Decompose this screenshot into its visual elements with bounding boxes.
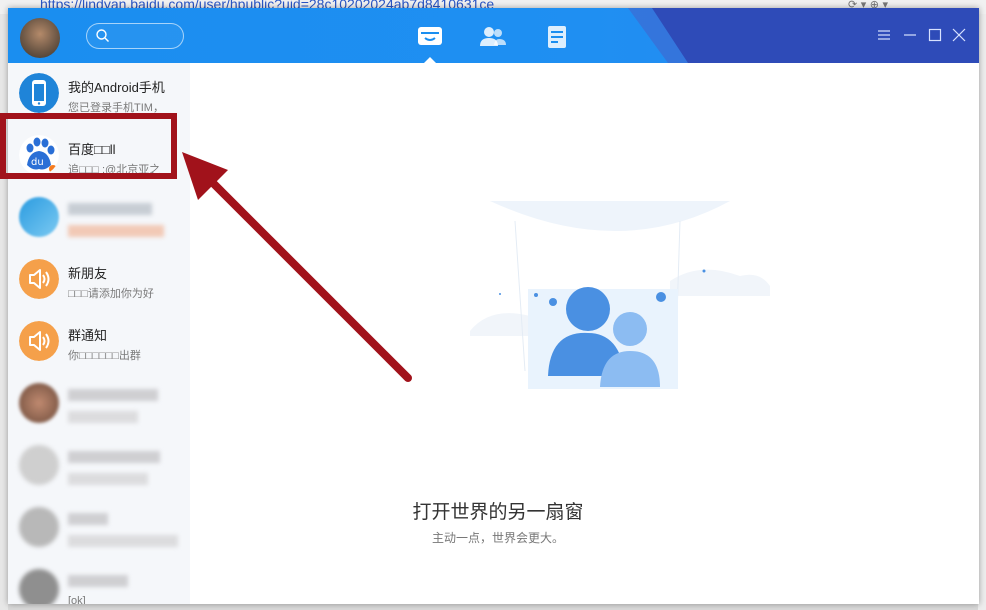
speaker-icon [19, 259, 59, 299]
main-panel: 打开世界的另一扇窗 主动一点，世界会更大。 [190, 63, 979, 604]
tab-contacts[interactable] [477, 21, 509, 53]
list-item-new-friends[interactable]: 新朋友 □□□请添加你为好 [8, 249, 190, 311]
avatar [19, 569, 59, 604]
minimize-icon[interactable] [903, 28, 917, 42]
contact-message: [ok] [68, 595, 86, 604]
maximize-icon[interactable] [928, 28, 942, 42]
list-item[interactable] [8, 435, 190, 497]
title-bar [8, 8, 979, 63]
contact-name: 我的Android手机 [68, 80, 165, 95]
avatar [19, 507, 59, 547]
avatar [19, 445, 59, 485]
tab-files[interactable] [541, 21, 573, 53]
phone-icon [19, 73, 59, 113]
contact-message: 你□□□□□□出群 [68, 350, 141, 362]
user-avatar[interactable] [20, 18, 60, 58]
annotation-highlight-box [0, 113, 177, 179]
empty-state-title: 打开世界的另一扇窗 [412, 502, 584, 523]
contacts-icon [480, 27, 506, 46]
chat-icon [418, 27, 442, 45]
tim-window: 我的Android手机 您已登录手机TIM， du 百度□□ll 追□□□ :@… [8, 8, 979, 604]
desktop-left-edge [0, 14, 8, 610]
tab-messages[interactable] [414, 21, 446, 53]
empty-state-illustration [470, 201, 770, 389]
list-item-group-notice[interactable]: 群通知 你□□□□□□出群 [8, 311, 190, 373]
list-item[interactable] [8, 373, 190, 435]
contact-name: 群通知 [68, 328, 108, 343]
desktop-right-edge [978, 14, 986, 610]
avatar [19, 197, 59, 237]
search-input[interactable] [86, 23, 184, 49]
speaker-icon [19, 321, 59, 361]
menu-icon[interactable] [877, 28, 891, 42]
list-item[interactable]: [ok] [8, 559, 190, 604]
list-item[interactable] [8, 497, 190, 559]
list-item[interactable] [8, 187, 190, 249]
contact-message: □□□请添加你为好 [68, 288, 154, 300]
empty-state-subtitle: 主动一点，世界会更大。 [431, 531, 564, 545]
contact-name: 新朋友 [68, 266, 108, 281]
close-icon[interactable] [952, 28, 966, 42]
document-icon [548, 26, 566, 48]
search-icon [96, 29, 109, 42]
avatar [19, 383, 59, 423]
